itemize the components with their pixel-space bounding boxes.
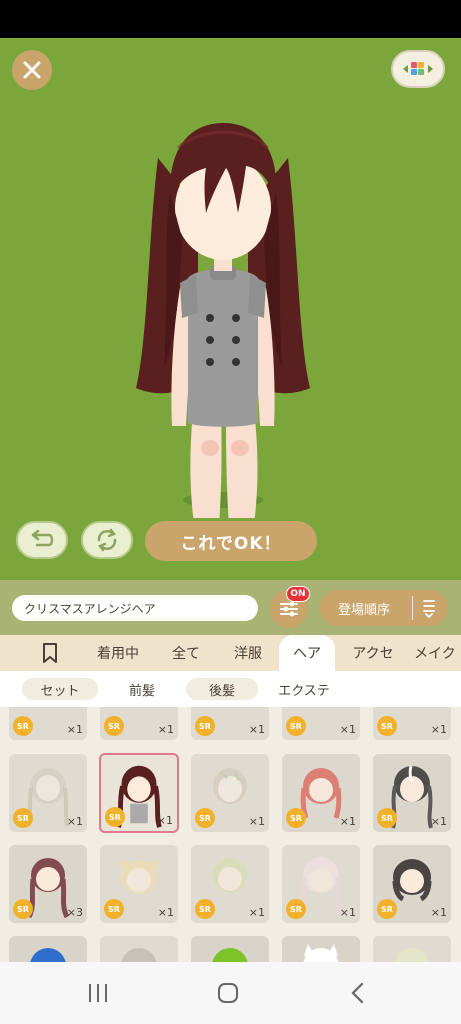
rotate-icon [97,528,117,552]
item-card-selected[interactable]: SR ×1 [99,753,179,833]
home-icon [218,983,238,1003]
item-count: ×1 [339,906,356,919]
recent-apps-icon [89,984,107,1002]
item-card[interactable]: SR ×1 [282,754,360,832]
tab-makeup[interactable]: メイク [414,635,461,671]
sliders-icon [280,601,298,617]
rarity-badge: SR [13,899,33,919]
rarity-badge: SR [286,899,306,919]
rarity-badge: SR [377,716,397,736]
rarity-badge: SR [195,899,215,919]
item-card[interactable] [282,936,360,962]
tab-all[interactable]: 全て [158,635,214,671]
rarity-badge: SR [195,808,215,828]
tab-clothes[interactable]: 洋服 [220,635,276,671]
recent-apps-button[interactable] [78,978,118,1008]
avatar-stage: これでOK！ [0,38,461,580]
close-button[interactable] [12,50,52,90]
item-card[interactable] [373,936,451,962]
undo-icon [31,530,54,547]
item-count: ×1 [66,815,83,828]
item-count: ×1 [248,906,265,919]
item-card[interactable]: SR ×3 [9,845,87,923]
item-card[interactable]: SR ×1 [9,707,87,740]
subtab-front-hair[interactable]: 前髪 [108,678,176,700]
item-card[interactable]: SR ×1 [373,754,451,832]
status-bar [0,0,461,38]
item-count: ×1 [430,815,447,828]
color-palette-icon [403,62,433,75]
item-card[interactable]: SR ×1 [191,707,269,740]
rarity-badge: SR [377,808,397,828]
item-count: ×3 [66,906,83,919]
item-count: ×1 [430,906,447,919]
item-card[interactable]: SR ×1 [9,754,87,832]
item-card[interactable]: SR ×1 [100,707,178,740]
subtab-set[interactable]: セット [22,678,98,700]
system-navigation-bar [0,962,461,1024]
item-card[interactable] [100,936,178,962]
search-toolbar: ON 登場順序 [0,580,461,635]
subtab-back-hair[interactable]: 後髪 [186,678,258,700]
item-grid: SR ×1 SR ×1 SR ×1 SR ×1 SR ×1 SR ×1 SR ×… [0,707,461,962]
home-button[interactable] [208,978,248,1008]
tab-accessory[interactable]: アクセ [340,635,406,671]
item-count: ×1 [248,815,265,828]
tab-bookmark[interactable] [26,635,74,671]
item-count: ×1 [66,723,83,736]
item-count: ×1 [430,723,447,736]
back-icon [351,982,364,1004]
item-card[interactable]: SR ×1 [373,707,451,740]
rarity-badge: SR [286,716,306,736]
item-count: ×1 [156,814,173,827]
subtab-extension[interactable]: エクステ [266,678,342,700]
item-count: ×1 [339,815,356,828]
category-tabs: 着用中 全て 洋服 ヘア アクセ メイク [0,635,461,671]
item-count: ×1 [157,906,174,919]
rarity-badge: SR [104,716,124,736]
bookmark-icon [43,643,57,663]
item-card[interactable] [9,936,87,962]
color-palette-button[interactable] [391,50,445,88]
hair-subtabs: セット 前髪 後髪 エクステ [0,671,461,707]
item-card[interactable]: SR ×1 [100,845,178,923]
rarity-badge: SR [13,716,33,736]
sort-order-button[interactable]: 登場順序 [320,590,448,626]
sort-order-label: 登場順序 [338,603,391,618]
rarity-badge: SR [286,808,306,828]
confirm-ok-button[interactable]: これでOK！ [145,521,317,561]
rarity-badge: SR [195,716,215,736]
rotate-button[interactable] [81,521,133,559]
back-button[interactable] [338,978,378,1008]
item-card[interactable]: SR ×1 [282,845,360,923]
item-count: ×1 [157,723,174,736]
item-card[interactable]: SR ×1 [191,845,269,923]
item-card[interactable] [191,936,269,962]
rarity-badge: SR [104,899,124,919]
tab-wearing[interactable]: 着用中 [84,635,152,671]
item-count: ×1 [248,723,265,736]
rarity-badge: SR [105,807,125,827]
close-icon [23,61,41,79]
sort-icon [423,600,435,618]
search-input[interactable] [12,595,258,621]
item-count: ×1 [339,723,356,736]
item-card[interactable]: SR ×1 [282,707,360,740]
item-card[interactable]: SR ×1 [373,845,451,923]
avatar-character [136,123,310,518]
filter-on-badge: ON [286,586,310,602]
tab-hair[interactable]: ヘア [279,635,335,671]
item-card[interactable]: SR ×1 [191,754,269,832]
rarity-badge: SR [13,808,33,828]
rarity-badge: SR [377,899,397,919]
sort-divider [412,596,413,620]
undo-button[interactable] [16,521,68,559]
